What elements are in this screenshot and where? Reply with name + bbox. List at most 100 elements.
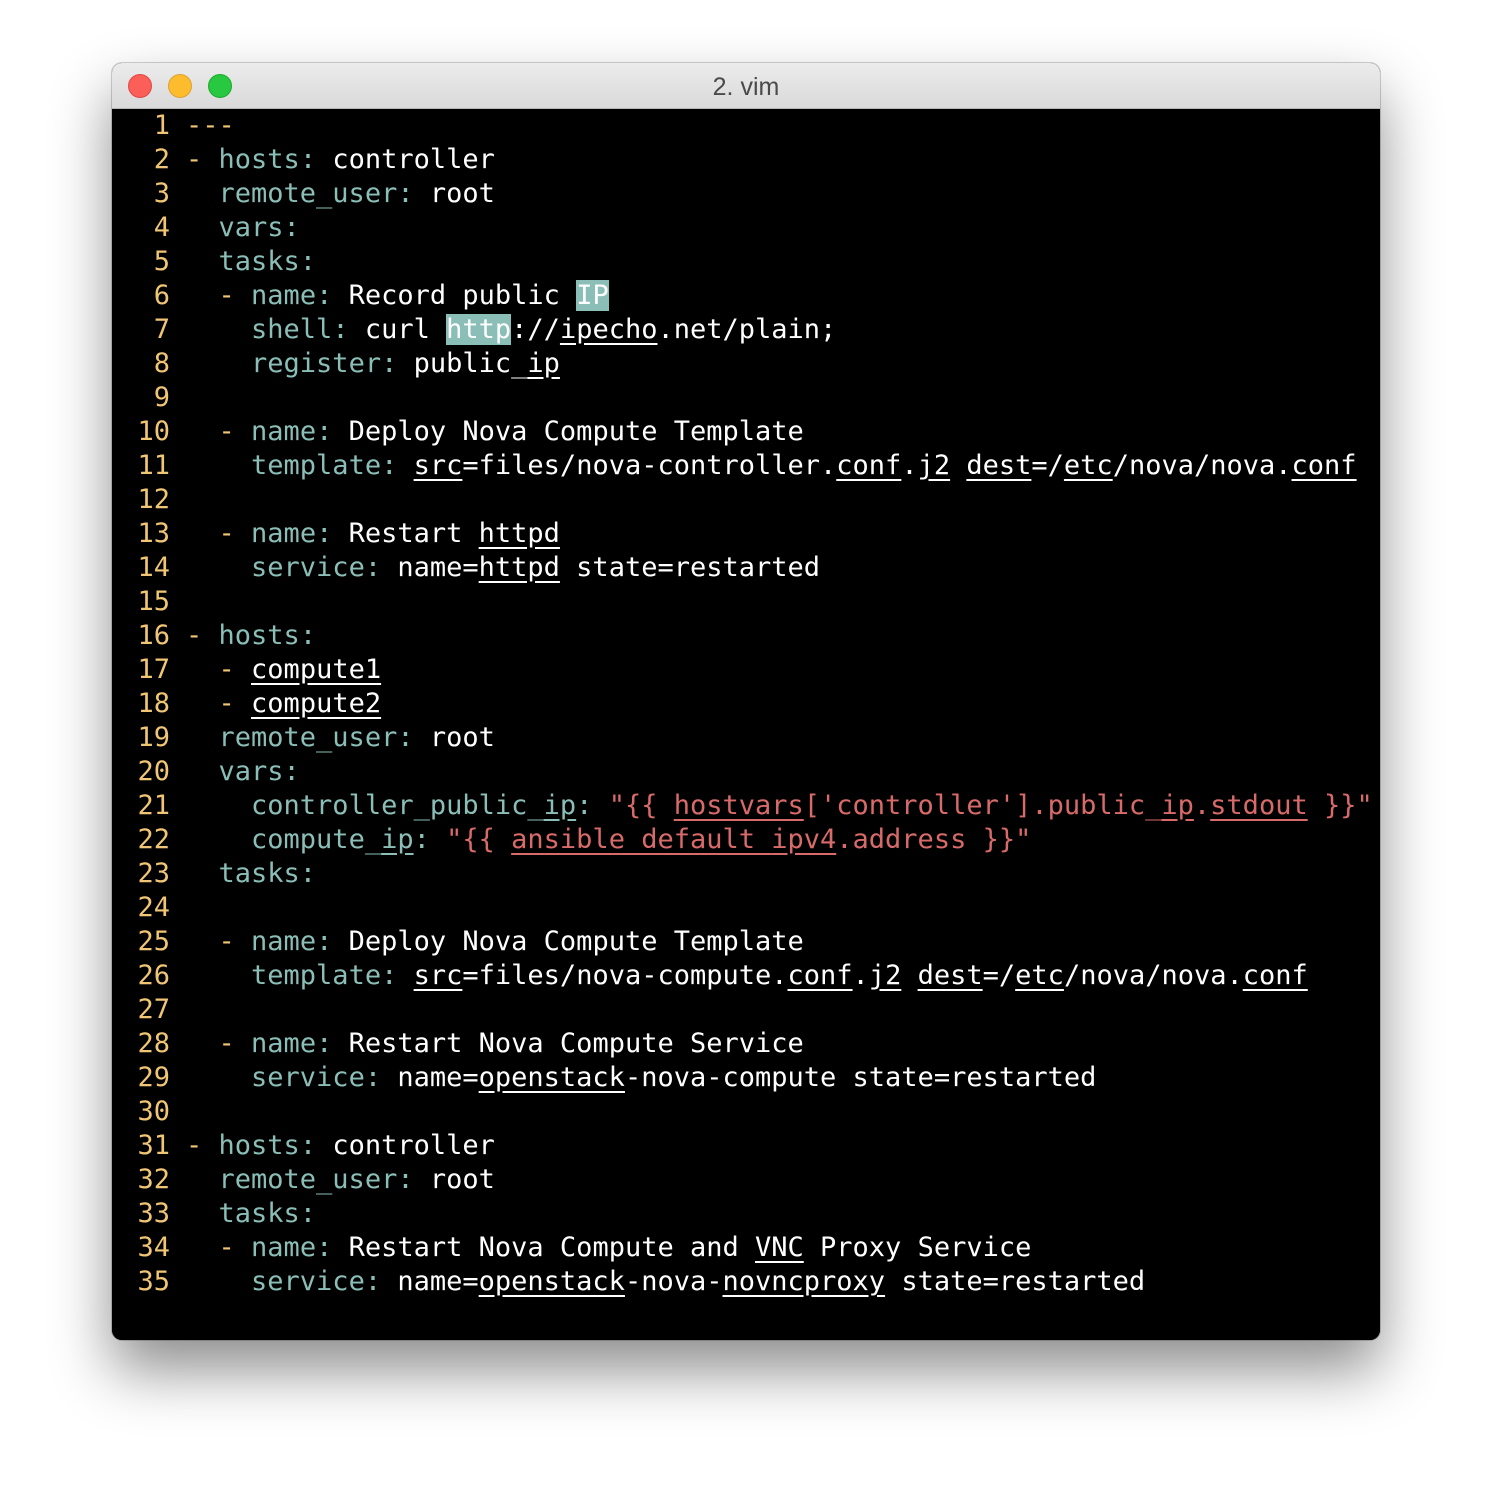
yaml-value: controller: [332, 144, 495, 175]
spell-error: conf: [787, 960, 853, 991]
yaml-string: .address }}": [836, 824, 1032, 855]
line-number: 27: [137, 994, 170, 1025]
yaml-value: root: [429, 178, 495, 209]
yaml-key: service: [251, 1062, 365, 1093]
yaml-value: /: [998, 960, 1016, 991]
yaml-value: Deploy Nova Compute Template: [348, 416, 804, 447]
line-number: 17: [137, 654, 170, 685]
spell-error: httpd: [478, 552, 560, 583]
code-line: 6 - name: Record public IP: [112, 279, 609, 313]
yaml-key: name: [251, 518, 317, 549]
yaml-value: name=: [397, 1266, 479, 1297]
spell-error: conf: [1242, 960, 1308, 991]
spell-error: compute2: [251, 688, 382, 719]
spell-error: ipecho: [559, 314, 658, 345]
search-match: http: [446, 314, 512, 345]
colon: :: [364, 1062, 382, 1093]
yaml-value: state=restarted: [559, 552, 821, 583]
list-dash: -: [218, 926, 235, 957]
line-number: 24: [137, 892, 170, 923]
yaml-key: shell: [251, 314, 333, 345]
colon: :: [381, 450, 398, 481]
yaml-key: vars: [218, 212, 284, 243]
line-number: 19: [137, 722, 170, 753]
spell-error: httpd: [478, 518, 560, 549]
line-number: 18: [137, 688, 170, 719]
code-line: 15: [112, 585, 186, 619]
yaml-value: curl: [364, 314, 447, 345]
code-line: 23 tasks:: [112, 857, 316, 891]
code-line: 22 compute_ip: "{{ ansible_default_ipv4.…: [112, 823, 1031, 857]
spell-error: VNC: [755, 1232, 804, 1263]
line-number: 15: [137, 586, 170, 617]
colon: :: [316, 926, 333, 957]
spell-error: ip: [1161, 790, 1194, 821]
yaml-value: controller: [332, 1130, 495, 1161]
colon: :: [397, 178, 414, 209]
line-number: 4: [153, 212, 170, 243]
colon: :: [299, 858, 317, 889]
colon: :: [316, 280, 333, 311]
spell-error: openstack: [478, 1266, 625, 1297]
line-number: 29: [137, 1062, 170, 1093]
code-line: 12: [112, 483, 186, 517]
vim-editor[interactable]: 1 --- 2- hosts: controller 3 remote_user:…: [112, 109, 1380, 1340]
spell-error: ip: [527, 348, 560, 379]
spell-error: stdout: [1210, 790, 1308, 821]
yaml-value: =: [462, 450, 479, 481]
code-line: 32 remote_user: root: [112, 1163, 494, 1197]
list-dash: -: [218, 280, 235, 311]
terminal-window: 2. vim 1 --- 2- hosts: controller 3 remot…: [112, 63, 1380, 1340]
code-line: 13 - name: Restart httpd: [112, 517, 560, 551]
list-dash: -: [218, 654, 235, 685]
code-line: 17 - compute1: [112, 653, 381, 687]
window-title: 2. vim: [712, 73, 780, 101]
yaml-value: -nova-compute: [624, 1062, 837, 1093]
code-line: 3 remote_user: root: [112, 177, 495, 211]
yaml-key: template: [251, 960, 382, 991]
yaml-value: Record public: [348, 280, 577, 311]
list-dash: -: [186, 620, 203, 651]
spell-error: dest: [917, 960, 983, 991]
spell-error: j2: [917, 450, 951, 481]
colon: :: [413, 824, 430, 855]
code-line: 10 - name: Deploy Nova Compute Template: [112, 415, 804, 449]
yaml-value: public_: [413, 348, 528, 379]
code-line: 31- hosts: controller: [112, 1129, 495, 1163]
spell-error: openstack: [478, 1062, 625, 1093]
code-line: 19 remote_user: root: [112, 721, 494, 755]
spell-error: dest: [966, 450, 1032, 481]
line-number: 10: [137, 416, 170, 447]
spell-error: ip: [381, 824, 414, 855]
yaml-value: .: [852, 960, 869, 991]
list-dash: -: [218, 1232, 235, 1263]
yaml-string: ['controller'].public_: [803, 790, 1162, 821]
line-number: 6: [153, 280, 170, 311]
list-dash: -: [218, 1028, 235, 1059]
yaml-value: files/nova-compute.: [478, 960, 788, 991]
title-bar[interactable]: 2. vim: [112, 63, 1380, 109]
code-line: 35 service: name=openstack-nova-novncpro…: [112, 1265, 1145, 1299]
spell-error: hostvars: [673, 790, 804, 821]
code-line: 9: [112, 381, 186, 415]
list-dash: -: [218, 688, 235, 719]
line-number: 26: [137, 960, 170, 991]
colon: :: [381, 348, 398, 379]
spell-error: ansible_default_: [511, 824, 772, 855]
line-number: 34: [137, 1232, 170, 1263]
code-line: 4 vars:: [112, 211, 300, 245]
yaml-value: /nova/nova.: [1112, 450, 1292, 481]
colon: :: [576, 790, 593, 821]
colon: :: [364, 1266, 382, 1297]
code-line: 8 register: public_ip: [112, 347, 560, 381]
code-line: 25 - name: Deploy Nova Compute Template: [112, 925, 803, 959]
colon: :: [316, 416, 333, 447]
yaml-key: tasks: [218, 1198, 300, 1229]
colon: :: [332, 314, 349, 345]
line-number: 5: [153, 246, 170, 277]
line-number: 1: [153, 110, 170, 141]
yaml-value: /nova/nova.: [1063, 960, 1243, 991]
yaml-key: service: [251, 552, 365, 583]
yaml-key: controller_public_: [251, 790, 544, 821]
spell-error: src: [413, 450, 463, 481]
